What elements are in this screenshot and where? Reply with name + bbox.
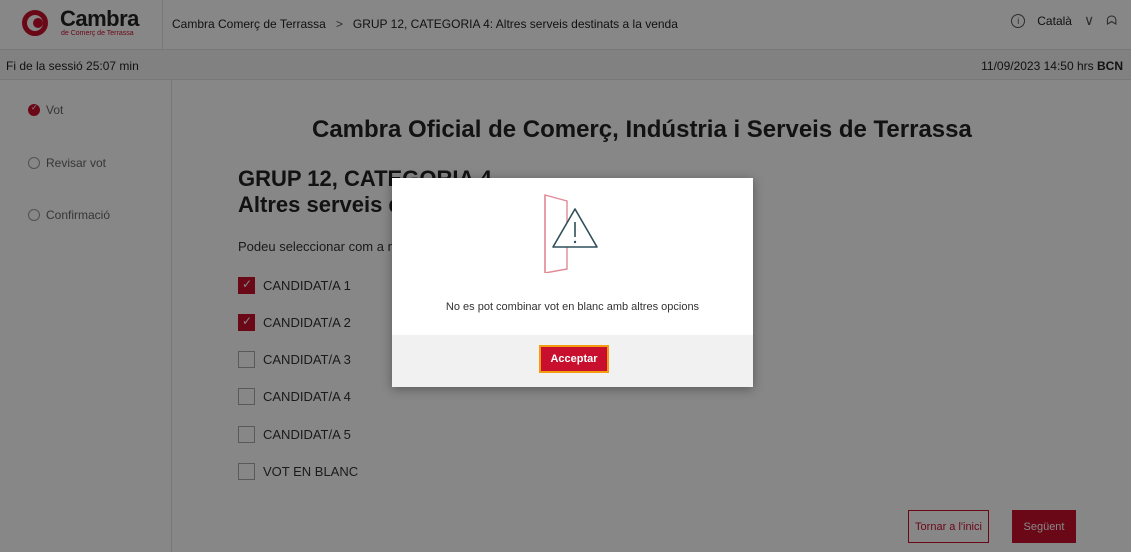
warning-icon bbox=[544, 194, 598, 273]
dialog-message: No es pot combinar vot en blanc amb altr… bbox=[445, 301, 700, 313]
dialog-footer: Acceptar bbox=[392, 335, 753, 387]
accept-button[interactable]: Acceptar bbox=[539, 345, 609, 373]
warning-dialog: No es pot combinar vot en blanc amb altr… bbox=[392, 178, 753, 387]
